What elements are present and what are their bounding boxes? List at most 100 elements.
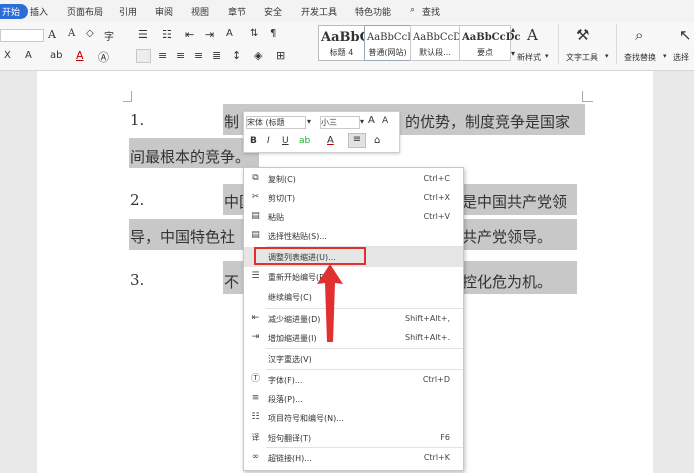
justify-icon[interactable]: ≡ xyxy=(194,49,203,62)
align-center-icon[interactable]: ≡ xyxy=(158,49,167,62)
text-tools-label[interactable]: 文字工具 xyxy=(566,52,598,63)
tab-developer[interactable]: 开发工具 xyxy=(301,5,337,18)
tab-references[interactable]: 引用 xyxy=(119,5,137,18)
menu-item-increase-indent[interactable]: ⇥ 增加缩进量(I) Shift+Alt+. xyxy=(244,328,463,348)
tab-review[interactable]: 审阅 xyxy=(155,5,173,18)
margin-corner-mark xyxy=(123,91,132,102)
menu-item-bullets-numbering[interactable]: ☷ 项目符号和编号(N)... xyxy=(244,408,463,428)
cut-icon: ✂ xyxy=(251,192,260,202)
chevron-down-icon[interactable]: ▾ xyxy=(663,52,667,60)
menu-item-label: 剪切(T) xyxy=(268,194,296,203)
copy-icon: ⧉ xyxy=(252,173,259,183)
tab-security[interactable]: 安全 xyxy=(264,5,282,18)
distribute-icon[interactable]: ≣ xyxy=(212,49,221,62)
underline-icon[interactable]: U xyxy=(282,136,289,146)
clear-format-icon[interactable]: ◇ xyxy=(86,28,94,39)
tab-insert[interactable]: 插入 xyxy=(30,5,48,18)
tab-start[interactable]: 开始 xyxy=(0,4,29,19)
tab-page-layout[interactable]: 页面布局 xyxy=(67,5,103,18)
menu-item-shortcut: Ctrl+X xyxy=(423,193,450,202)
line-spacing-icon[interactable]: ↕ xyxy=(232,49,241,62)
borders-icon[interactable]: ⊞ xyxy=(276,49,285,62)
align-icon[interactable]: ≡ xyxy=(348,133,366,148)
phonetic-icon[interactable]: 字 xyxy=(104,28,114,43)
tab-special[interactable]: 特色功能 xyxy=(355,5,391,18)
chevron-down-icon[interactable]: ▾ xyxy=(605,52,609,60)
menu-item-continue-numbering[interactable]: 继续编号(C) xyxy=(244,287,463,307)
highlight-icon[interactable]: ab xyxy=(50,50,62,61)
select-label[interactable]: 选择 xyxy=(673,52,689,63)
numbering-icon[interactable]: ☷ xyxy=(162,28,172,41)
bullets-icon[interactable]: ☰ xyxy=(138,28,148,41)
menu-item-paragraph[interactable]: ≡ 段落(P)... xyxy=(244,389,463,409)
text-direction-icon[interactable]: A xyxy=(226,28,233,39)
grow-font-icon[interactable]: A xyxy=(368,115,375,126)
menu-item-shortcut: Ctrl+D xyxy=(422,375,450,384)
chevron-down-icon[interactable]: ▾ xyxy=(307,117,311,126)
style-normal-web[interactable]: AaBbCcD 普通(网站) xyxy=(364,25,415,61)
select-icon[interactable]: ↖ xyxy=(679,26,692,44)
menu-item-font[interactable]: Ⓣ 字体(F)... Ctrl+D xyxy=(244,370,463,390)
gallery-more-icon[interactable]: ▾ xyxy=(511,49,515,58)
shrink-font-icon[interactable]: A xyxy=(382,116,388,126)
translate-icon: 译 xyxy=(251,433,260,442)
superscript-icon[interactable]: X xyxy=(4,50,11,61)
paragraph-2-text: 是中国共产党领 xyxy=(462,193,568,211)
list-number-1: 1. xyxy=(130,111,145,129)
paragraph-1-start: 制 xyxy=(224,113,240,131)
grow-font-icon[interactable]: A xyxy=(48,28,56,41)
menu-item-paste-special[interactable]: ▤ 选择性粘贴(S)... xyxy=(244,226,463,246)
menu-item-hyperlink[interactable]: ∞ 超链接(H)... Ctrl+K xyxy=(244,448,463,468)
gallery-scroll-icon[interactable]: ▴ xyxy=(511,25,515,34)
style-key-points[interactable]: AaBbCcDc 要点 xyxy=(459,25,521,61)
chevron-down-icon[interactable]: ▾ xyxy=(545,52,549,60)
align-right-icon[interactable]: ≡ xyxy=(176,49,185,62)
shading-icon[interactable]: ◈ xyxy=(254,49,262,62)
menu-item-shortcut: Ctrl+V xyxy=(423,212,450,221)
menu-item-cut[interactable]: ✂ 剪切(T) Ctrl+X xyxy=(244,188,463,208)
menu-item-copy[interactable]: ⧉ 复制(C) Ctrl+C xyxy=(244,169,463,189)
sort-icon[interactable]: ⇅ xyxy=(250,28,258,39)
find-replace-icon[interactable]: ⌕ xyxy=(635,26,643,44)
new-style-icon[interactable]: A xyxy=(527,26,538,44)
style-name: 标题 4 xyxy=(329,48,354,57)
find-replace-label[interactable]: 查找替换 xyxy=(624,52,656,63)
search-label[interactable]: 查找 xyxy=(422,5,440,18)
font-color-icon[interactable]: A xyxy=(76,49,84,62)
decrease-indent-icon[interactable]: ⇤ xyxy=(185,28,194,41)
bullets-numbering-icon: ☷ xyxy=(251,412,260,422)
style-heading4[interactable]: AaBbC 标题 4 xyxy=(318,25,370,61)
shrink-font-icon[interactable]: A xyxy=(68,28,75,39)
italic-icon[interactable]: I xyxy=(267,136,270,146)
font-size-select[interactable] xyxy=(0,29,44,42)
menu-item-shortcut: Shift+Alt+. xyxy=(405,333,450,342)
char-border-icon[interactable]: Ⓐ xyxy=(98,49,109,65)
increase-indent-icon[interactable]: ⇥ xyxy=(205,28,214,41)
tab-view[interactable]: 视图 xyxy=(191,5,209,18)
new-style-label[interactable]: 新样式 xyxy=(517,52,541,63)
search-icon[interactable]: ⌕ xyxy=(410,5,415,15)
menu-item-reselect-hanzi[interactable]: 汉字重选(V) xyxy=(244,349,463,369)
menu-item-paste[interactable]: ▤ 粘贴 Ctrl+V xyxy=(244,207,463,227)
text-effect-icon[interactable]: A xyxy=(25,50,32,61)
highlight-icon[interactable]: ab xyxy=(299,136,310,146)
tab-chapter[interactable]: 章节 xyxy=(228,5,246,18)
style-name: 默认段... xyxy=(419,48,451,57)
align-left-icon[interactable] xyxy=(136,49,151,63)
menu-item-restart-numbering[interactable]: ☰ 重新开始编号(R) xyxy=(244,267,463,287)
text-tools-icon[interactable]: ⚒ xyxy=(576,26,589,44)
show-marks-icon[interactable]: ¶ xyxy=(270,28,276,39)
list-number-3: 3. xyxy=(130,271,145,289)
bold-icon[interactable]: B xyxy=(250,136,257,146)
menu-item-label: 段落(P)... xyxy=(268,395,303,404)
menu-item-label: 选择性粘贴(S)... xyxy=(268,232,327,241)
chevron-down-icon[interactable]: ▾ xyxy=(360,117,364,126)
menu-item-translate[interactable]: 译 短句翻译(T) F6 xyxy=(244,428,463,448)
font-color-icon[interactable]: A xyxy=(327,135,334,146)
font-name-select[interactable]: 宋体 (标题 xyxy=(246,116,306,129)
font-size-select[interactable]: 小三 xyxy=(320,116,360,129)
format-painter-icon[interactable]: ⌂ xyxy=(374,135,380,146)
style-default-para[interactable]: AaBbCcDd 默认段... xyxy=(410,25,468,61)
menu-item-decrease-indent[interactable]: ⇤ 减少缩进量(D) Shift+Alt+, xyxy=(244,309,463,329)
paragraph-2-continued-end: 共产党领导。 xyxy=(462,228,553,246)
